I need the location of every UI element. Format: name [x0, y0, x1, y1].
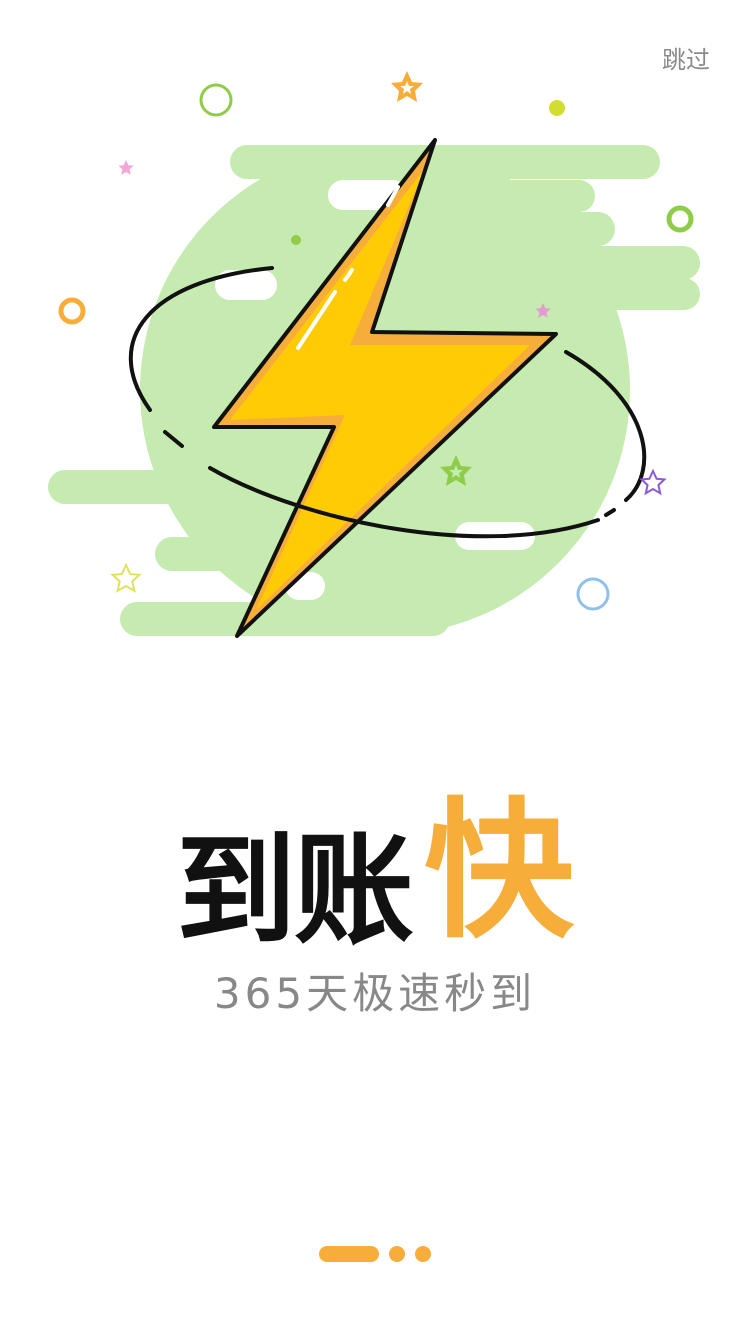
headline-prefix: 到账	[175, 820, 414, 961]
star-icon	[391, 71, 423, 102]
circle-icon	[199, 83, 233, 117]
circle-icon	[666, 205, 694, 233]
star-icon	[639, 468, 667, 496]
page-dot	[415, 1246, 431, 1262]
headline: 到账快	[0, 750, 750, 967]
circle-icon	[58, 297, 86, 325]
lightning-illustration	[48, 71, 700, 638]
headline-accent: 快	[423, 783, 574, 959]
subtitle: 365天极速秒到	[213, 969, 537, 1018]
circle-icon	[576, 577, 610, 611]
star-icon	[110, 562, 142, 593]
page-dot-active	[319, 1246, 379, 1262]
star-icon	[118, 160, 134, 175]
page-dot	[389, 1246, 405, 1262]
page-indicator	[0, 1246, 750, 1262]
